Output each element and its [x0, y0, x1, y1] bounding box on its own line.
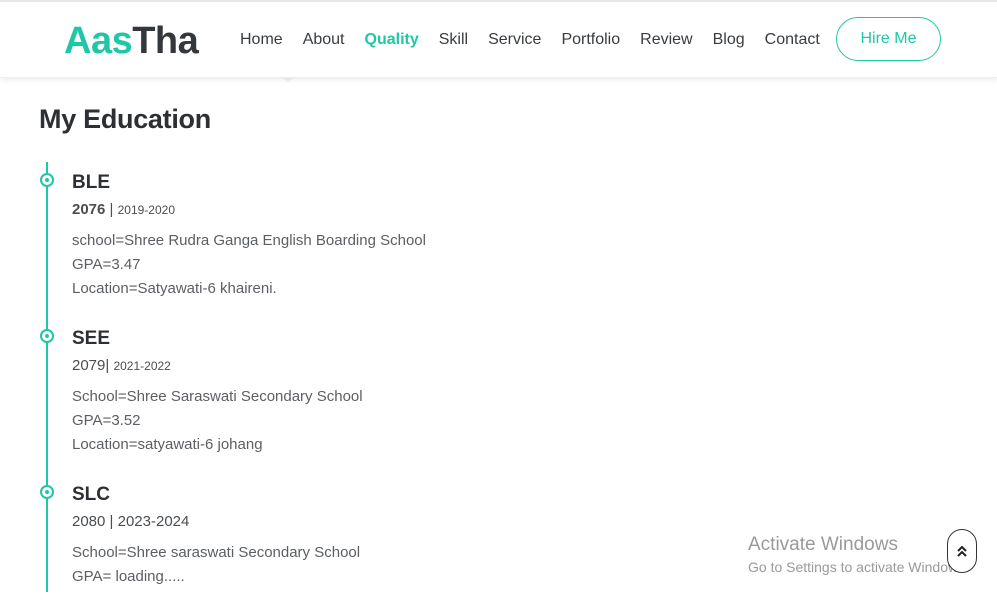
logo[interactable]: AasTha [64, 19, 199, 63]
detail-line: GPA= loading..... [72, 568, 185, 585]
activate-windows-watermark: Activate Windows Go to Settings to activ… [748, 533, 969, 577]
detail-line: Location=Satyawati-6 khaireni. [72, 280, 277, 297]
nav-home[interactable]: Home [230, 27, 293, 53]
site-header: AasTha Home About Quality Skill Service … [0, 2, 997, 78]
education-year: 2076 | 2019-2020 [72, 199, 426, 221]
timeline-dot-icon [40, 173, 54, 187]
timeline-dot-icon [40, 329, 54, 343]
watermark-title: Activate Windows [748, 534, 898, 555]
year-main: 2079 [72, 357, 106, 374]
scroll-to-top-button[interactable] [947, 529, 977, 573]
logo-part-2: Tha [132, 20, 199, 62]
education-title: BLE [72, 172, 110, 193]
year-separator: | [105, 513, 118, 530]
education-item-ble: BLE 2076 | 2019-2020 school=Shree Rudra … [72, 171, 426, 301]
nav-review[interactable]: Review [630, 27, 702, 53]
logo-part-1: Aas [64, 20, 133, 62]
detail-line: School=Shree Saraswati Secondary School [72, 388, 363, 405]
year-sub: 2019-2020 [117, 203, 175, 217]
nav-contact[interactable]: Contact [755, 27, 830, 53]
education-item-see: SEE 2079| 2021-2022 School=Shree Saraswa… [72, 327, 363, 457]
detail-line: Location=satyawati-6 johang [72, 436, 263, 453]
education-item-slc: SLC 2080 | 2023-2024 School=Shree sarasw… [72, 483, 360, 589]
hire-me-button[interactable]: Hire Me [836, 17, 941, 61]
timeline-dot-icon [40, 485, 54, 499]
detail-line: GPA=3.52 [72, 412, 141, 429]
education-title: SLC [72, 484, 110, 505]
detail-line: GPA=3.47 [72, 256, 141, 273]
nav-skill[interactable]: Skill [429, 27, 478, 53]
year-sub: 2023-2024 [117, 513, 190, 530]
education-details: School=Shree Saraswati Secondary School … [72, 385, 363, 457]
education-year: 2079| 2021-2022 [72, 355, 363, 377]
watermark-subtitle: Go to Settings to activate Windows. [748, 559, 969, 575]
education-year: 2080 | 2023-2024 [72, 511, 360, 533]
nav-blog[interactable]: Blog [703, 27, 755, 53]
year-main: 2080 [72, 513, 106, 530]
education-title: SEE [72, 328, 111, 349]
year-sub: 2021-2022 [113, 359, 171, 373]
education-details: School=Shree saraswati Secondary School … [72, 541, 360, 589]
section-title: My Education [39, 104, 211, 134]
year-separator: | [105, 201, 118, 218]
nav-service[interactable]: Service [478, 27, 551, 53]
main-nav: Home About Quality Skill Service Portfol… [230, 27, 830, 53]
nav-about[interactable]: About [293, 27, 355, 53]
nav-quality[interactable]: Quality [355, 27, 429, 53]
detail-line: School=Shree saraswati Secondary School [72, 544, 361, 561]
double-chevron-up-icon [957, 545, 967, 557]
timeline-line [46, 162, 48, 592]
education-details: school=Shree Rudra Ganga English Boardin… [72, 229, 426, 301]
year-main: 2076 [72, 201, 106, 218]
nav-portfolio[interactable]: Portfolio [551, 27, 630, 53]
detail-line: school=Shree Rudra Ganga English Boardin… [72, 232, 426, 249]
